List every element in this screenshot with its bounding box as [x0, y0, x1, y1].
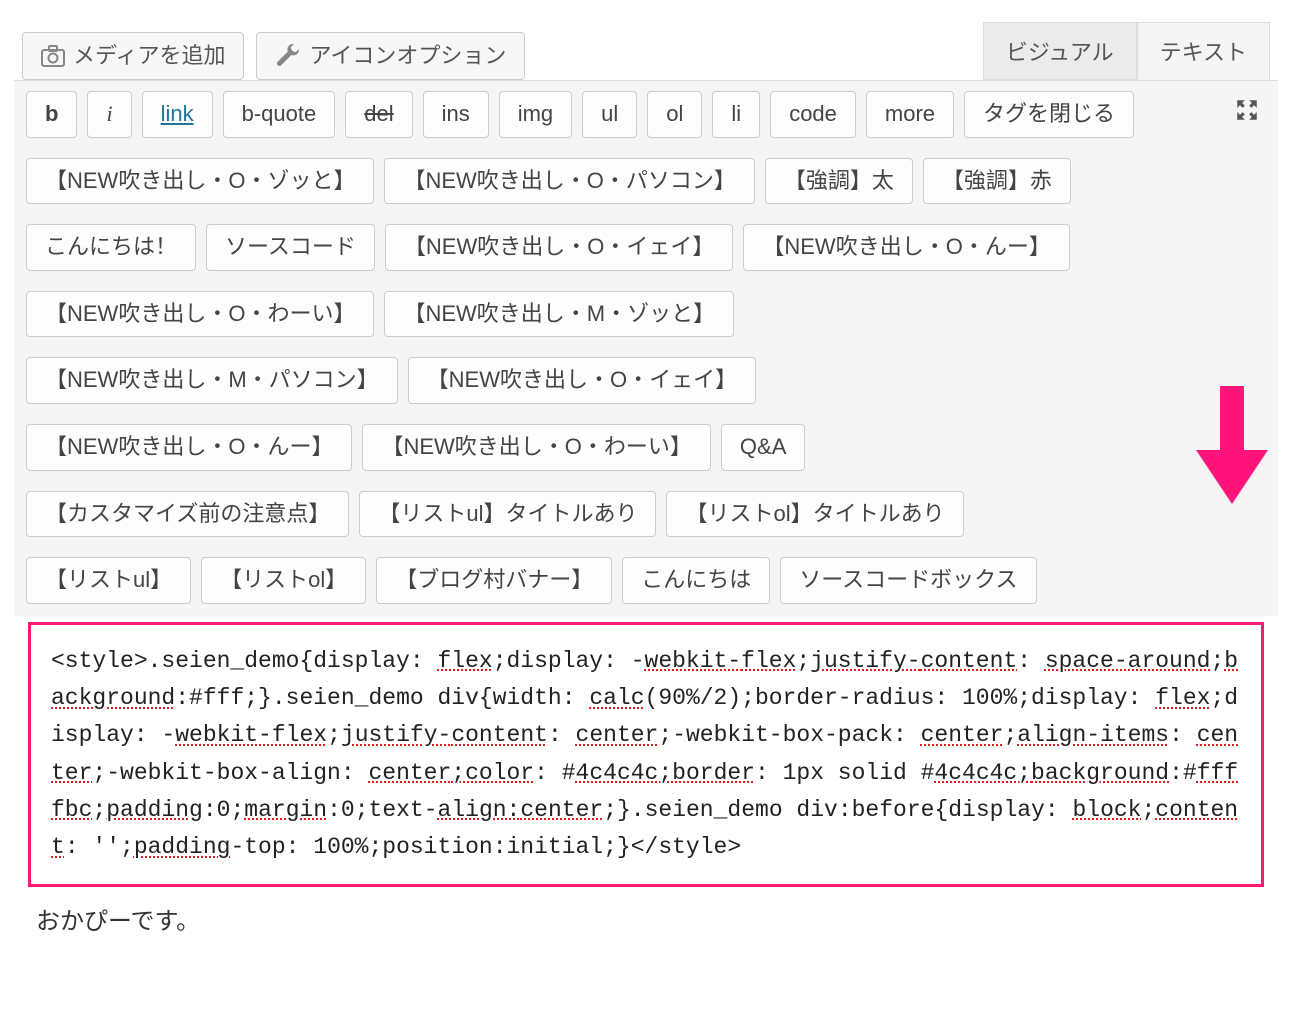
- fullscreen-icon[interactable]: [1228, 91, 1266, 134]
- editor-body-text[interactable]: おかぴーです。: [14, 897, 1278, 956]
- icon-options-label: アイコンオプション: [309, 43, 506, 69]
- qt-custom-button[interactable]: 【NEW吹き出し・O・イェイ】: [385, 224, 733, 271]
- qt-custom-button[interactable]: こんにちは！: [26, 224, 196, 271]
- qt-custom-button[interactable]: 【NEW吹き出し・M・ゾッと】: [384, 291, 734, 338]
- qt-code-button[interactable]: code: [770, 91, 856, 138]
- quicktags-toolbar: b i link b-quote del ins img ul ol li co…: [14, 80, 1278, 616]
- qt-img-button[interactable]: img: [499, 91, 572, 138]
- icon-options-button[interactable]: アイコンオプション: [256, 32, 525, 80]
- qt-custom-button[interactable]: 【NEW吹き出し・O・わーい】: [26, 291, 374, 338]
- qt-ul-button[interactable]: ul: [582, 91, 637, 138]
- qt-custom-button[interactable]: ソースコード: [206, 224, 375, 271]
- qt-bquote-button[interactable]: b-quote: [223, 91, 336, 138]
- qt-italic-button[interactable]: i: [87, 91, 131, 138]
- qt-custom-button[interactable]: ソースコードボックス: [780, 557, 1036, 604]
- add-media-label: メディアを追加: [73, 43, 225, 69]
- tab-text[interactable]: テキスト: [1137, 22, 1270, 80]
- qt-custom-button[interactable]: Q&A: [721, 424, 805, 471]
- tab-visual[interactable]: ビジュアル: [983, 22, 1137, 80]
- qt-custom-button[interactable]: 【NEW吹き出し・O・ゾッと】: [26, 158, 374, 205]
- camera-icon: [41, 45, 65, 67]
- qt-li-button[interactable]: li: [712, 91, 760, 138]
- qt-custom-button[interactable]: 【ブログ村バナー】: [376, 557, 612, 604]
- qt-custom-button[interactable]: 【NEW吹き出し・O・パソコン】: [384, 158, 754, 205]
- qt-custom-button[interactable]: 【リストul】: [26, 557, 191, 604]
- qt-bold-button[interactable]: b: [26, 91, 77, 138]
- qt-custom-button[interactable]: 【強調】太: [765, 158, 913, 205]
- qt-custom-button[interactable]: 【NEW吹き出し・O・イェイ】: [408, 357, 756, 404]
- wrench-icon: [275, 43, 301, 69]
- qt-close-tags-button[interactable]: タグを閉じる: [964, 91, 1134, 138]
- qt-ins-button[interactable]: ins: [423, 91, 489, 138]
- editor-mode-tabs: ビジュアル テキスト: [983, 22, 1270, 80]
- qt-custom-button[interactable]: 【NEW吹き出し・O・わーい】: [362, 424, 710, 471]
- qt-more-button[interactable]: more: [866, 91, 954, 138]
- qt-custom-button[interactable]: こんにちは: [622, 557, 770, 604]
- qt-custom-button[interactable]: 【NEW吹き出し・M・パソコン】: [26, 357, 398, 404]
- editor-textarea-highlight[interactable]: <style>.seien_demo{display: flex;display…: [28, 622, 1264, 888]
- qt-custom-button[interactable]: 【リストul】タイトルあり: [359, 491, 656, 538]
- qt-custom-button[interactable]: 【NEW吹き出し・O・んー】: [743, 224, 1069, 271]
- qt-custom-button[interactable]: 【強調】赤: [923, 158, 1071, 205]
- qt-del-button[interactable]: del: [345, 91, 412, 138]
- qt-ol-button[interactable]: ol: [647, 91, 702, 138]
- add-media-button[interactable]: メディアを追加: [22, 32, 244, 80]
- qt-custom-button[interactable]: 【リストol】タイトルあり: [666, 491, 963, 538]
- qt-custom-button[interactable]: 【カスタマイズ前の注意点】: [26, 491, 349, 538]
- qt-custom-button[interactable]: 【リストol】: [201, 557, 366, 604]
- qt-custom-button[interactable]: 【NEW吹き出し・O・んー】: [26, 424, 352, 471]
- qt-link-button[interactable]: link: [142, 91, 213, 138]
